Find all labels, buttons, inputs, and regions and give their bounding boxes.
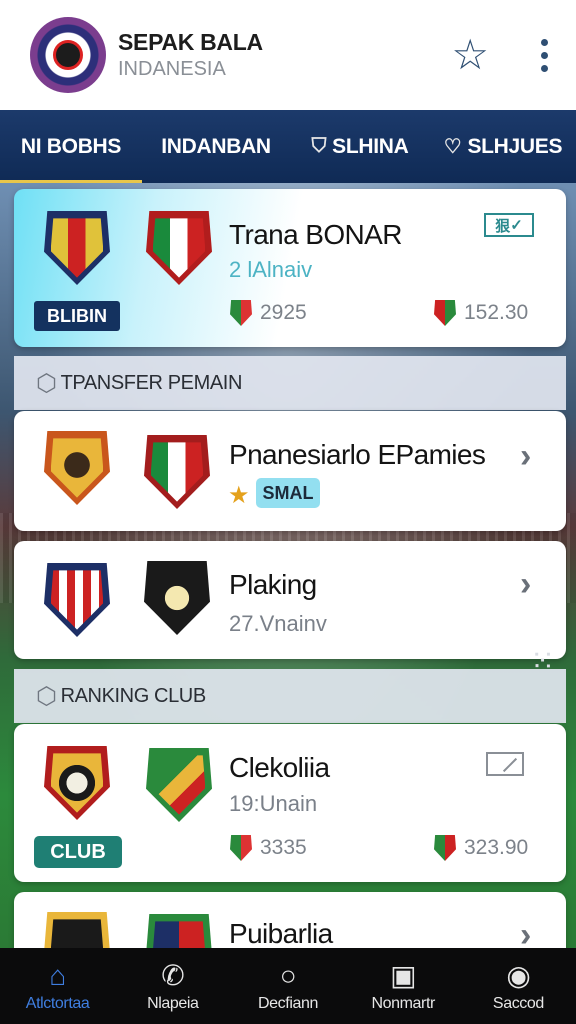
mini-crest-icon [230, 300, 252, 326]
mini-crest-icon [434, 300, 456, 326]
tab-indanban[interactable]: INDANBAN [142, 110, 290, 183]
id-card-icon: ▣ [390, 960, 417, 991]
transfer-card[interactable]: Pnanesiarlo EPamies ★ SMAL › [14, 411, 566, 531]
away-team-crest [146, 211, 212, 285]
transfer-title: Plaking [229, 569, 317, 600]
tab-slhina[interactable]: ⛉ SLHINA [290, 110, 430, 183]
section-transfer-header: ⬡ TPANSFER PEMAIN [14, 356, 566, 410]
app-header: SEPAK BALA INDANESIA ☆ [0, 0, 576, 110]
transfer-card[interactable]: Plaking 27.Vnainv › [14, 541, 566, 659]
nav-label: Nlapeia [147, 995, 199, 1012]
club-badge: CLUB [34, 836, 122, 868]
circle-icon: ○ [279, 960, 297, 991]
tab-nibobhs[interactable]: NI BOBHS [0, 110, 142, 183]
hexagon-icon: ⬡ [36, 369, 57, 397]
nav-home[interactable]: ⌂ Atlctortaa [0, 948, 115, 1024]
stat-home-value: 2925 [260, 301, 307, 324]
stat-home: 3335 [230, 835, 307, 861]
nav-label: Decfiann [258, 995, 318, 1012]
stat-home: 2925 [230, 300, 307, 326]
match-card[interactable]: Trana BONAR 2 lAlnaiv 狠 ✓ BLIBIN 2925 152… [14, 189, 566, 347]
app-title-block: SEPAK BALA INDANESIA [118, 29, 263, 81]
header-actions: ☆ [451, 34, 548, 76]
match-subtitle: 2 lAlnaiv [229, 257, 313, 282]
app-subtitle: INDANESIA [118, 58, 226, 80]
ticket-icon-text: 狠 [495, 217, 511, 235]
section-title: TPANSFER PEMAIN [60, 371, 243, 394]
section-title: RANKING CLUB [60, 684, 207, 707]
chevron-right-icon[interactable]: › [520, 565, 531, 604]
match-title: Trana BONAR [229, 219, 402, 250]
tab-bar: NI BOBHS INDANBAN ⛉ SLHINA ♡ SLHJUES [0, 110, 576, 183]
stat-away-value: 152.30 [464, 301, 529, 324]
team-crest [44, 431, 110, 505]
section-ranking-header: ⬡ RANKING CLUB [14, 669, 566, 723]
tab-label: INDANBAN [161, 134, 271, 158]
app-title: SEPAK BALA [118, 29, 263, 55]
mini-crest-icon [230, 835, 252, 861]
stat-home-value: 3335 [260, 836, 307, 859]
tab-label: SLHJUES [467, 134, 563, 158]
ranking-title: Puibarlia [229, 918, 333, 949]
tab-label: NI BOBHS [20, 134, 122, 158]
status-badge: BLIBIN [34, 301, 120, 331]
mini-crest-icon [434, 835, 456, 861]
nav-circle[interactable]: ○ Decfiann [230, 948, 345, 1024]
chevron-right-icon[interactable]: › [520, 437, 531, 476]
transfer-subtitle: 27.Vnainv [229, 611, 327, 636]
logo-ball-icon [53, 40, 83, 70]
bottom-nav: ⌂ Atlctortaa ✆ Nlapeia ○ Decfiann ▣ Nonm… [0, 948, 576, 1024]
nav-id[interactable]: ▣ Nonmartr [346, 948, 461, 1024]
hexagon-icon: ⬡ [36, 682, 57, 710]
transfer-badge: SMAL [256, 478, 320, 508]
ranking-title: Clekoliia [229, 752, 330, 783]
edit-icon[interactable] [486, 752, 524, 776]
tab-slhjues[interactable]: ♡ SLHJUES [430, 110, 576, 183]
transfer-title: Pnanesiarlo EPamies [229, 439, 486, 470]
star-icon: ★ [228, 482, 250, 509]
ticket-icon-check: ✓ [510, 217, 523, 234]
ticket-icon[interactable]: 狠 ✓ [484, 213, 534, 237]
nav-label: Atlctortaa [25, 995, 90, 1012]
ranking-subtitle: 19:Unain [229, 791, 318, 816]
team-crest [44, 563, 110, 637]
team-crest [144, 561, 210, 635]
team-crest [146, 748, 212, 822]
nav-label: Saccod [492, 995, 544, 1012]
team-crest [144, 435, 210, 509]
user-icon: ◉ [506, 960, 531, 991]
home-team-crest [44, 211, 110, 285]
ranking-card[interactable]: Clekoliia 19:Unain CLUB 3335 323.90 [14, 724, 566, 882]
stat-away: 152.30 [434, 300, 528, 326]
phone-icon: ✆ [161, 960, 185, 991]
nav-label: Nonmartr [371, 995, 435, 1012]
nav-phone[interactable]: ✆ Nlapeia [115, 948, 230, 1024]
stat-away-value: 323.90 [464, 836, 529, 859]
nav-user[interactable]: ◉ Saccod [461, 948, 576, 1024]
club-logo[interactable] [30, 17, 106, 93]
home-icon: ⌂ [49, 960, 66, 991]
tab-label: SLHINA [332, 134, 409, 158]
star-outline-icon[interactable]: ☆ [451, 34, 489, 76]
team-crest [44, 746, 110, 820]
crest-icon: ♡ [443, 136, 462, 158]
stat-away: 323.90 [434, 835, 528, 861]
shield-icon: ⛉ [311, 135, 327, 157]
kebab-menu-icon[interactable] [541, 38, 548, 72]
